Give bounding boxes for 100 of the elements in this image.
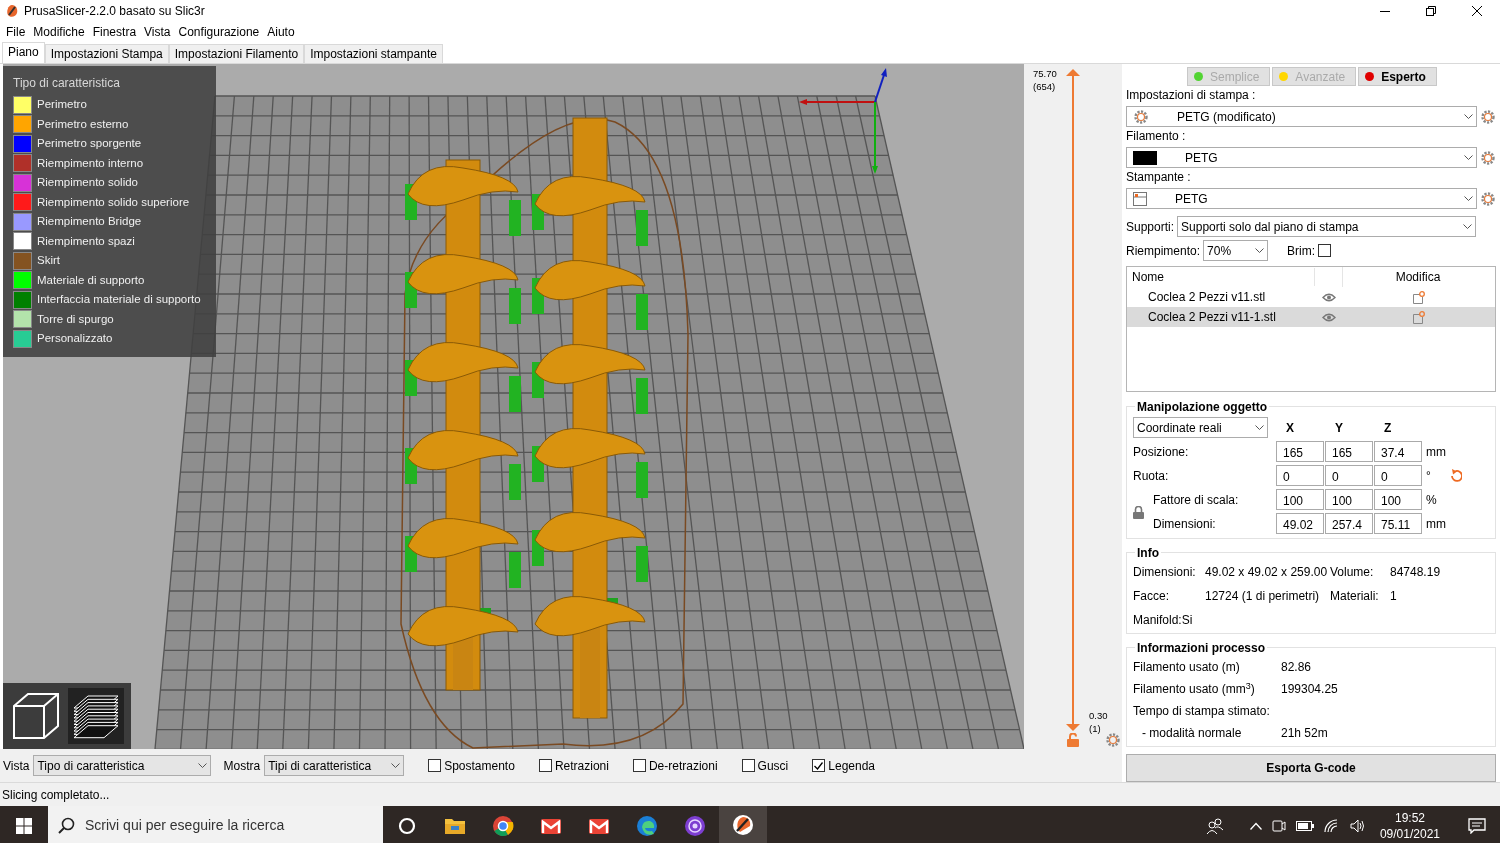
3d-viewport[interactable]	[3, 64, 1024, 749]
number-field[interactable]: 0	[1374, 465, 1422, 487]
clock[interactable]: 19:52 09/01/2021	[1379, 809, 1440, 842]
eye-icon[interactable]	[1322, 292, 1336, 302]
people-icon[interactable]	[1205, 817, 1224, 834]
menu-item[interactable]: Aiuto	[263, 23, 299, 41]
legend-label: Perimetro	[37, 97, 87, 113]
number-field[interactable]: 75.11	[1374, 513, 1422, 535]
number-field[interactable]: 0	[1276, 465, 1324, 487]
export-gcode-button[interactable]: Esporta G-code	[1126, 754, 1496, 782]
volume-icon[interactable]	[1349, 818, 1366, 833]
gear-icon[interactable]	[1105, 732, 1121, 748]
info-label: Volume:	[1330, 564, 1375, 582]
number-field[interactable]: 37.4	[1374, 441, 1422, 463]
checkbox[interactable]	[538, 759, 552, 772]
checkbox-label[interactable]: Retrazioni	[554, 756, 609, 775]
infill-dropdown[interactable]: 70%	[1203, 240, 1269, 261]
gear-icon[interactable]	[1480, 149, 1496, 166]
caret-icon	[1463, 223, 1472, 230]
layer-number-label: (1)	[1089, 722, 1102, 735]
layers-view-button[interactable]	[68, 688, 124, 744]
edit-icon[interactable]	[1411, 290, 1425, 304]
preset-dropdown[interactable]: PETG	[1126, 188, 1477, 209]
close-icon	[1472, 6, 1482, 16]
info-label: Manifold:	[1133, 612, 1182, 630]
axis-label: X	[1285, 419, 1295, 437]
number-field[interactable]: 49.02	[1276, 513, 1324, 535]
tab[interactable]: Impostazioni Filamento	[168, 44, 305, 63]
legend-label: Perimetro sporgente	[37, 136, 142, 152]
auger-model[interactable]	[532, 117, 648, 719]
field-label: Dimensioni:	[1153, 515, 1217, 533]
mode-button[interactable]: Esperto	[1358, 67, 1437, 86]
battery-icon[interactable]	[1295, 820, 1314, 831]
lock-icon[interactable]	[1133, 505, 1144, 519]
field-label: Impostazioni di stampa :	[1126, 88, 1257, 103]
show-dropdown[interactable]: Tipi di caratteristica	[264, 755, 405, 776]
supports-label: Supporti:	[1126, 218, 1175, 236]
menu-item[interactable]: Vista	[140, 23, 175, 41]
number-field[interactable]: 100	[1374, 489, 1422, 511]
number-field[interactable]: 165	[1276, 441, 1324, 463]
legend-label: Perimetro esterno	[37, 116, 129, 132]
number-field[interactable]: 0	[1325, 465, 1373, 487]
taskbar-app[interactable]	[719, 806, 767, 843]
supports-dropdown[interactable]: Supporti solo dal piano di stampa	[1177, 216, 1476, 237]
checkbox-label[interactable]: Legenda	[828, 756, 875, 775]
caret-icon	[1464, 113, 1473, 120]
checkbox-label[interactable]: Gusci	[757, 756, 789, 775]
slider-thumb[interactable]	[1066, 724, 1080, 731]
checkbox[interactable]	[428, 759, 442, 772]
object-row[interactable]: Coclea 2 Pezzi v11.stl	[1127, 287, 1495, 307]
camera-icon[interactable]	[1271, 817, 1286, 834]
brim-checkbox[interactable]	[1318, 244, 1332, 257]
gear-icon[interactable]	[1480, 190, 1496, 207]
gear-icon[interactable]	[1480, 108, 1496, 125]
coordinates-dropdown[interactable]: Coordinate reali	[1133, 417, 1268, 439]
checkbox-label[interactable]: De-retrazioni	[648, 756, 718, 775]
number-field[interactable]: 257.4	[1325, 513, 1373, 535]
restore-icon	[1426, 6, 1436, 16]
tab[interactable]: Piano	[2, 42, 45, 63]
number-field[interactable]: 165	[1325, 441, 1373, 463]
info-label: Tempo di stampa stimato:	[1133, 703, 1271, 721]
menu-item[interactable]: Configurazione	[174, 23, 264, 41]
tab[interactable]: Impostazioni stampante	[304, 44, 443, 63]
legend-label: Riempimento interno	[37, 155, 144, 171]
legend-label: Riempimento solido superiore	[37, 194, 190, 210]
preset-dropdown[interactable]: PETG (modificato)	[1126, 106, 1477, 127]
layer-number-label: (654)	[1033, 80, 1057, 93]
checkbox[interactable]	[632, 759, 646, 772]
legend-label: Materiale di supporto	[37, 272, 145, 288]
windows-icon	[16, 817, 32, 834]
reset-icon[interactable]	[1449, 469, 1462, 484]
info-value: 1	[1390, 588, 1398, 606]
info-label: Materiali:	[1330, 588, 1380, 606]
checkbox-label[interactable]: Spostamento	[444, 756, 515, 775]
wifi-icon[interactable]	[1323, 818, 1340, 833]
menu-item[interactable]: File	[2, 23, 30, 41]
view-dropdown[interactable]: Tipo di caratteristica	[33, 755, 212, 776]
notification-icon[interactable]	[1468, 817, 1486, 834]
chevron-up-icon[interactable]	[1249, 821, 1262, 830]
layer-height-label: 75.70	[1033, 67, 1057, 80]
caret-icon	[1464, 154, 1473, 161]
checkbox[interactable]	[812, 759, 826, 772]
eye-icon[interactable]	[1322, 312, 1336, 322]
caret-icon	[1255, 424, 1264, 431]
menu-item[interactable]: Modifiche	[29, 23, 89, 41]
legend-label: Interfaccia materiale di supporto	[37, 292, 201, 308]
edit-icon[interactable]	[1411, 310, 1425, 324]
checkbox[interactable]	[741, 759, 755, 772]
number-field[interactable]: 100	[1325, 489, 1373, 511]
number-field[interactable]: 100	[1276, 489, 1324, 511]
preset-dropdown[interactable]: PETG	[1126, 147, 1477, 168]
layer-slider[interactable]	[1066, 69, 1080, 731]
slider-thumb[interactable]	[1066, 69, 1080, 76]
info-value: 21h 52m	[1281, 725, 1329, 743]
app-logo-icon	[6, 4, 18, 18]
auger-model[interactable]	[405, 159, 521, 691]
menu-item[interactable]: Finestra	[88, 23, 141, 41]
object-row[interactable]: Coclea 2 Pezzi v11-1.stl	[1127, 307, 1495, 327]
tab[interactable]: Impostazioni Stampa	[44, 44, 169, 63]
search-field[interactable]: Scrivi qui per eseguire la ricerca	[48, 806, 383, 843]
